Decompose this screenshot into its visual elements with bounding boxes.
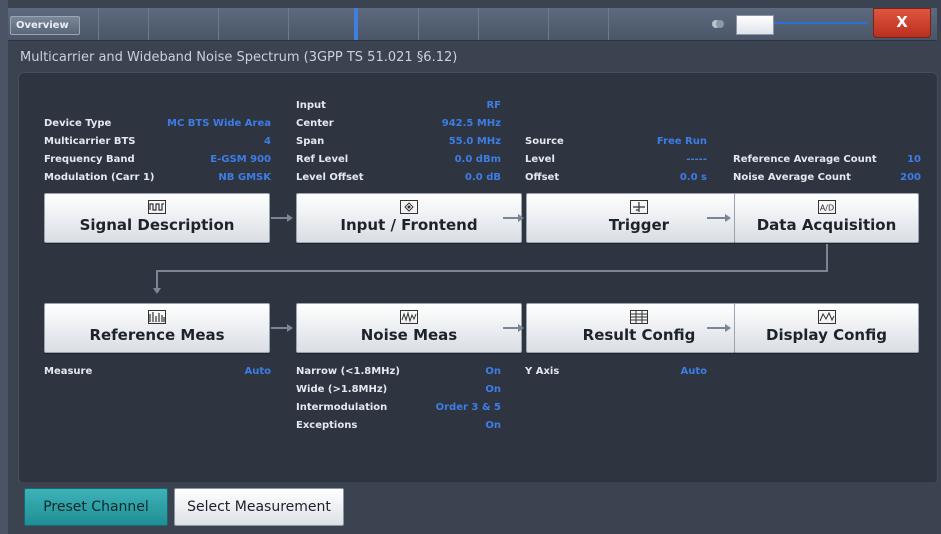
flow-arrowhead	[518, 214, 524, 222]
signal-waveform-icon	[148, 200, 166, 214]
info-label: Span	[296, 136, 325, 147]
info-label: Narrow (<1.8MHz)	[296, 366, 400, 377]
data-acquisition-button[interactable]: A/D Data Acquisition	[734, 193, 919, 243]
info-label: Center	[296, 118, 334, 129]
info-value: 4	[264, 136, 271, 147]
title-bar: Overview X	[8, 8, 937, 41]
info-value: MC BTS Wide Area	[167, 118, 271, 129]
info-label: Measure	[44, 366, 93, 377]
info-label: Device Type	[44, 118, 112, 129]
noise-meas-button[interactable]: Noise Meas	[296, 303, 522, 353]
title-divider	[608, 8, 610, 40]
flow-arrowhead	[287, 214, 293, 222]
info-value: 0.0 dBm	[454, 154, 501, 165]
info-label: Noise Average Count	[733, 172, 851, 183]
display-icon	[817, 310, 836, 324]
info-value: Auto	[244, 366, 271, 377]
bottom-bar: Preset Channel Select Measurement	[8, 482, 941, 534]
flow-arrow	[707, 217, 726, 219]
info-value: On	[485, 366, 501, 377]
dialog-title: Multicarrier and Wideband Noise Spectrum…	[20, 50, 458, 65]
select-measurement-button[interactable]: Select Measurement	[174, 488, 344, 526]
info-label: Offset	[525, 172, 560, 183]
info-label: Level Offset	[296, 172, 364, 183]
title-divider	[418, 8, 420, 40]
flow-arrow	[707, 327, 726, 329]
info-value: Order 3 & 5	[435, 402, 501, 413]
link-icon[interactable]	[711, 17, 725, 31]
flow-arrowhead	[725, 214, 731, 222]
flow-connector	[156, 270, 828, 272]
info-value: E-GSM 900	[210, 154, 271, 165]
block-label: Input / Frontend	[340, 216, 478, 234]
overview-tab[interactable]: Overview	[10, 16, 80, 35]
input-frontend-button[interactable]: Input / Frontend	[296, 193, 522, 243]
title-divider	[98, 8, 100, 40]
info-value: Free Run	[656, 136, 707, 147]
info-label: Ref Level	[296, 154, 349, 165]
block-label: Display Config	[766, 326, 887, 344]
info-value: NB GMSK	[218, 172, 271, 183]
info-label: Exceptions	[296, 420, 358, 431]
info-value: On	[485, 384, 501, 395]
title-divider	[548, 8, 550, 40]
left-edge	[0, 0, 8, 534]
block-label: Reference Meas	[89, 326, 225, 344]
ad-converter-icon: A/D	[817, 200, 836, 214]
close-button[interactable]: X	[873, 8, 931, 38]
info-label: Source	[525, 136, 564, 147]
title-divider	[148, 8, 150, 40]
noise-meas-icon	[400, 310, 418, 324]
table-icon	[630, 310, 648, 324]
display-config-button[interactable]: Display Config	[734, 303, 919, 353]
title-divider	[288, 8, 290, 40]
flow-arrowhead	[518, 324, 524, 332]
block-label: Data Acquisition	[756, 216, 897, 234]
info-label: Reference Average Count	[733, 154, 877, 165]
info-value: 10	[907, 154, 921, 165]
info-label: Wide (>1.8MHz)	[296, 384, 388, 395]
title-divider	[218, 8, 220, 40]
svg-text:A/D: A/D	[819, 204, 833, 213]
info-label: Intermodulation	[296, 402, 388, 413]
flow-arrowhead	[153, 288, 161, 294]
info-label: Frequency Band	[44, 154, 135, 165]
info-value: 0.0 s	[679, 172, 707, 183]
preset-channel-button[interactable]: Preset Channel	[24, 488, 168, 526]
info-label: Level	[525, 154, 555, 165]
flow-connector	[826, 244, 828, 271]
flow-connector	[156, 270, 158, 290]
info-label: Multicarrier BTS	[44, 136, 136, 147]
info-label: Y Axis	[525, 366, 560, 377]
info-value: 942.5 MHz	[441, 118, 501, 129]
info-value: 55.0 MHz	[448, 136, 501, 147]
info-value: 200	[900, 172, 921, 183]
block-label: Signal Description	[79, 216, 235, 234]
info-value: RF	[486, 100, 501, 111]
marker-line	[354, 8, 358, 40]
flow-arrow	[503, 327, 519, 329]
flow-arrow	[271, 217, 288, 219]
info-value: On	[485, 420, 501, 431]
flow-arrow	[271, 327, 288, 329]
info-value: Auto	[680, 366, 707, 377]
frontend-icon	[400, 200, 418, 214]
signal-description-button[interactable]: Signal Description	[44, 193, 270, 243]
slider-thumb[interactable]	[736, 15, 774, 35]
block-label: Noise Meas	[360, 326, 458, 344]
info-label: Modulation (Carr 1)	[44, 172, 155, 183]
trigger-icon	[630, 200, 648, 214]
flow-arrow	[503, 217, 519, 219]
flow-arrowhead	[725, 324, 731, 332]
reference-meas-icon	[148, 310, 166, 324]
reference-meas-button[interactable]: Reference Meas	[44, 303, 270, 353]
info-value: -----	[686, 154, 707, 165]
info-label: Input	[296, 100, 326, 111]
title-divider	[478, 8, 480, 40]
flow-arrowhead	[287, 324, 293, 332]
info-value: 0.0 dB	[465, 172, 501, 183]
